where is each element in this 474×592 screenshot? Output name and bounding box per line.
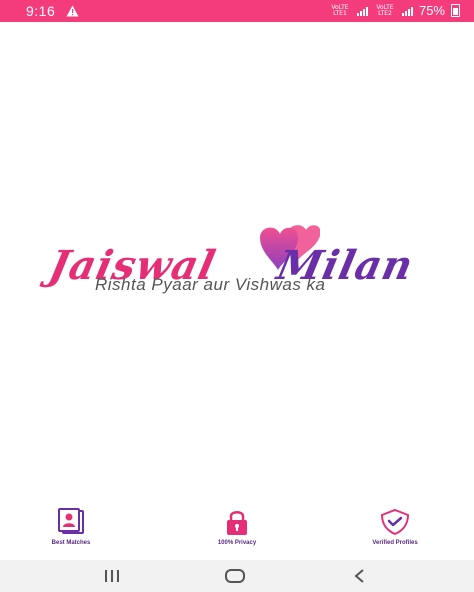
home-icon[interactable] <box>220 566 250 586</box>
feature-label: Verified Profiles <box>372 540 418 546</box>
status-bar: 9:16 VoLTE LTE1 VoLTE LTE2 75% <box>0 0 474 22</box>
status-time: 9:16 <box>26 3 56 19</box>
shield-check-icon <box>380 508 410 536</box>
lock-icon <box>227 511 247 535</box>
signal-icon <box>401 6 413 16</box>
feature-verified: Verified Profiles <box>350 508 440 546</box>
battery-percentage: 75% <box>418 3 445 18</box>
back-icon[interactable] <box>344 566 374 586</box>
feature-label: 100% Privacy <box>217 540 257 546</box>
feature-privacy: 100% Privacy <box>192 508 282 546</box>
profile-card-icon <box>58 508 84 534</box>
system-nav-bar <box>0 560 474 592</box>
signal-icon <box>356 6 368 16</box>
network-label-2: VoLTE LTE2 <box>376 3 394 17</box>
warning-icon <box>66 4 79 22</box>
battery-icon <box>451 4 460 17</box>
tagline: Rishta Pyaar aur Vishwas ka <box>95 275 326 294</box>
feature-label: Best Matches <box>51 540 91 546</box>
recents-icon[interactable] <box>97 566 127 586</box>
network-label-1: VoLTE LTE1 <box>331 3 349 17</box>
status-indicators: VoLTE LTE1 VoLTE LTE2 75% <box>329 3 460 18</box>
feature-best-matches: Best Matches <box>26 508 116 546</box>
